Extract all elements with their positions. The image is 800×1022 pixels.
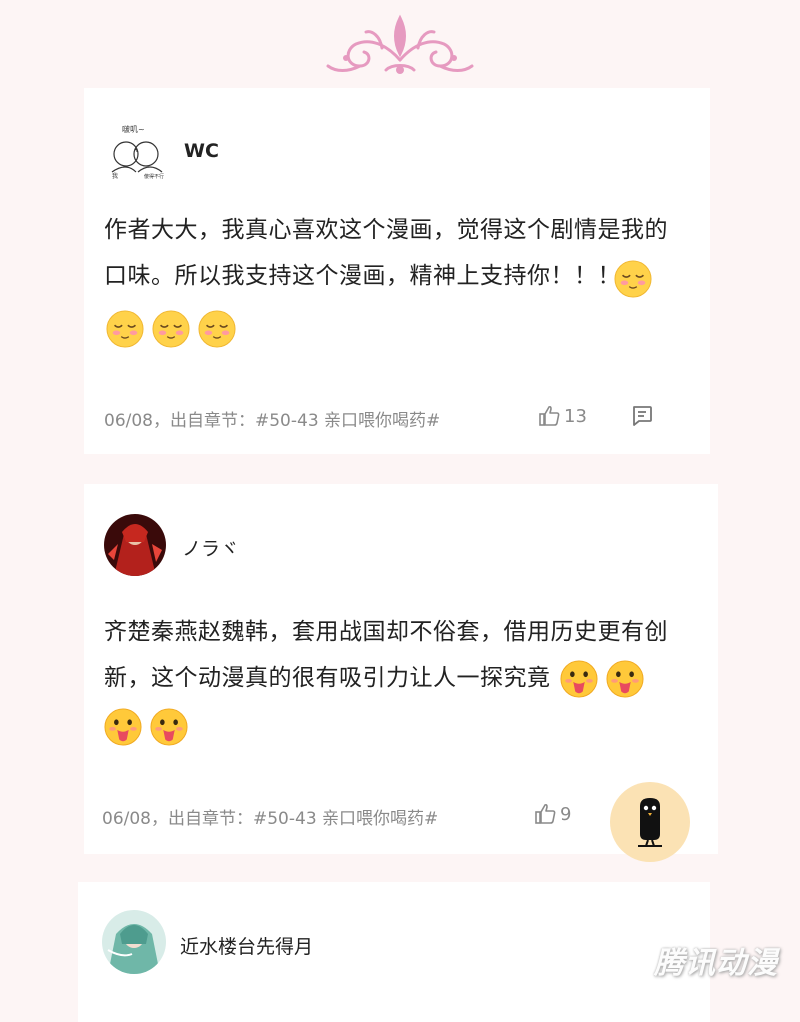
comment-text-line: 齐楚秦燕赵魏韩，套用战国却不俗套，借用历史更有创 <box>104 619 668 645</box>
tongue-out-emoji <box>104 708 142 746</box>
like-count: 9 <box>560 803 572 825</box>
comment-meta: 06/08，出自章节：#50-43 亲口喂你喝药# <box>102 809 439 829</box>
comment-bubble-icon[interactable] <box>630 404 654 428</box>
comment-text-line: 口味。所以我支持这个漫画，精神上支持你！！！ <box>104 263 621 289</box>
comment-card: 啵叽~ 我 傻得不行 WC 作者大大，我真心喜欢这个漫画，觉得这个剧情是我的 口… <box>84 88 710 454</box>
comment-card: 近水楼台先得月 <box>78 882 710 1022</box>
sketch-kiss-avatar-icon[interactable]: 啵叽~ 我 傻得不行 <box>104 120 170 180</box>
floating-action-button[interactable] <box>610 782 690 862</box>
watermark-logo: 腾讯动漫 <box>654 946 778 981</box>
username[interactable]: WC <box>184 140 219 162</box>
teal-anime-avatar-icon[interactable] <box>102 910 166 974</box>
emoji-row <box>104 708 196 746</box>
tongue-out-emoji <box>560 660 598 698</box>
shy-blush-emoji <box>614 260 652 298</box>
shy-blush-emoji <box>152 310 190 348</box>
black-bird-icon <box>638 798 662 847</box>
emoji-row <box>106 310 244 348</box>
thumbs-up-icon <box>539 405 560 426</box>
like-button[interactable]: 13 <box>538 404 587 428</box>
comment-meta: 06/08，出自章节：#50-43 亲口喂你喝药# <box>104 411 441 431</box>
svg-text:我: 我 <box>112 172 118 180</box>
shy-blush-emoji <box>198 310 236 348</box>
username[interactable]: 近水楼台先得月 <box>180 932 313 959</box>
tongue-out-emoji <box>150 708 188 746</box>
shy-blush-emoji <box>106 310 144 348</box>
like-count: 13 <box>564 405 587 427</box>
comment-text-line: 新，这个动漫真的很有吸引力让人一探究竟 <box>104 665 551 691</box>
tongue-out-emoji <box>606 660 644 698</box>
floral-ornament-icon <box>326 14 474 74</box>
svg-text:啵叽~: 啵叽~ <box>122 124 145 134</box>
comment-text-line: 作者大大，我真心喜欢这个漫画，觉得这个剧情是我的 <box>104 217 668 243</box>
like-button[interactable]: 9 <box>534 802 571 826</box>
username[interactable]: ノラヾ <box>182 534 239 561</box>
red-anime-avatar-icon[interactable] <box>104 514 166 576</box>
emoji-row <box>560 660 652 698</box>
thumbs-up-icon <box>535 803 556 824</box>
svg-text:傻得不行: 傻得不行 <box>144 173 164 180</box>
